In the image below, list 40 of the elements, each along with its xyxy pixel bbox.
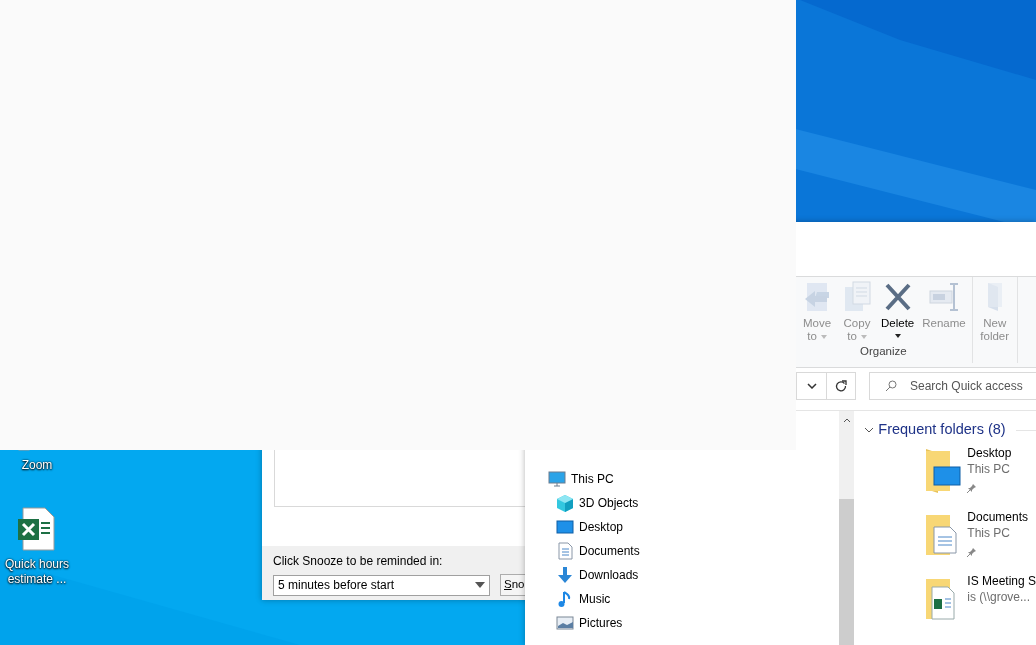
section-header[interactable]: Frequent folders (8) bbox=[878, 419, 1006, 441]
computer-icon bbox=[548, 470, 566, 488]
nav-item[interactable]: This PC bbox=[525, 467, 840, 491]
nav-item[interactable]: Downloads bbox=[525, 563, 840, 587]
folder-location: This PC bbox=[967, 461, 1011, 477]
picture-icon bbox=[556, 614, 574, 632]
ribbon-button[interactable]: Delete bbox=[879, 281, 917, 338]
rename-icon bbox=[928, 281, 960, 313]
down-arrow-icon bbox=[556, 566, 574, 584]
caret-icon bbox=[475, 582, 485, 588]
folder-name: IS Meeting S bbox=[967, 573, 1036, 589]
chevron-down-icon bbox=[806, 383, 817, 389]
folder-location: This PC bbox=[967, 525, 1011, 541]
monitor-icon bbox=[556, 518, 574, 536]
folder-name: Documents bbox=[967, 509, 1028, 525]
folder-icon bbox=[987, 283, 1002, 311]
nav-item[interactable]: 3D Objects bbox=[525, 491, 840, 515]
search-field[interactable]: Search Quick access bbox=[869, 372, 1036, 400]
field-label: Click Snooze to be reminded in: bbox=[273, 553, 444, 570]
snooze-dropdown[interactable]: 5 minutes before start bbox=[273, 574, 490, 596]
cube-icon bbox=[556, 494, 574, 512]
nav-item[interactable]: Desktop bbox=[525, 515, 840, 539]
nav-item[interactable]: Pictures bbox=[525, 611, 840, 635]
group-label: Organize bbox=[860, 344, 907, 359]
nav-item[interactable]: Music bbox=[525, 587, 840, 611]
scroll-up-icon bbox=[842, 418, 851, 423]
folder-name: Desktop bbox=[967, 445, 1012, 461]
folder-tile[interactable]: Desktop This PC bbox=[864, 441, 1036, 505]
snooze-button[interactable]: Sno bbox=[500, 574, 525, 596]
folder-tile[interactable]: Documents This PC bbox=[864, 505, 1036, 569]
document-icon bbox=[556, 542, 574, 560]
address-bar[interactable] bbox=[796, 372, 856, 400]
chevron-down-icon[interactable] bbox=[864, 425, 875, 435]
folder-tile[interactable]: IS Meeting S is (\\grove... bbox=[864, 569, 1036, 633]
scrollbar[interactable] bbox=[839, 411, 855, 645]
refresh-icon bbox=[835, 380, 847, 392]
folder-location: is (\\grove... bbox=[967, 589, 1031, 605]
spreadsheet-file-icon bbox=[17, 507, 57, 551]
search-icon bbox=[885, 380, 897, 392]
nav-item[interactable]: Documents bbox=[525, 539, 840, 563]
